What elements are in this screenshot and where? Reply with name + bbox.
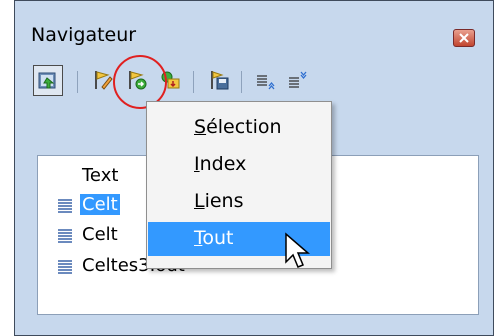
tree-item-label: Celt bbox=[80, 194, 120, 215]
tree-item-label: Text bbox=[82, 165, 119, 186]
show-chapter-up-icon bbox=[257, 75, 275, 90]
show-chapter-down-icon bbox=[289, 71, 307, 88]
window-title: Navigateur bbox=[31, 24, 137, 46]
document-icon bbox=[58, 229, 72, 243]
close-button[interactable] bbox=[453, 29, 475, 47]
chapter-up-button[interactable] bbox=[251, 65, 279, 95]
edit-link-icon bbox=[95, 71, 113, 90]
title-bar: Navigateur bbox=[15, 1, 493, 51]
menu-item-links[interactable]: Liens bbox=[148, 185, 330, 219]
mouse-pointer-icon bbox=[285, 232, 311, 268]
close-icon bbox=[459, 33, 469, 43]
save-as-button[interactable] bbox=[205, 65, 233, 95]
toolbar-separator bbox=[77, 71, 78, 93]
document-icon bbox=[58, 199, 72, 213]
toolbar-separator bbox=[193, 71, 194, 93]
navigator-toolbar bbox=[33, 65, 475, 101]
save-as-icon bbox=[211, 71, 229, 90]
menu-item-index[interactable]: Index bbox=[148, 148, 330, 182]
toolbar-separator bbox=[241, 71, 242, 93]
document-icon bbox=[58, 260, 72, 274]
navigator-window: Navigateur Text Celt Celt Celtes3.odt Sé… bbox=[14, 0, 494, 336]
menu-item-selection[interactable]: Sélection bbox=[148, 111, 330, 145]
chapter-down-button[interactable] bbox=[283, 65, 311, 95]
toggle-navigator-icon bbox=[38, 72, 56, 88]
toggle-navigator-button[interactable] bbox=[33, 65, 63, 96]
tree-item-label: Celt bbox=[82, 224, 118, 245]
